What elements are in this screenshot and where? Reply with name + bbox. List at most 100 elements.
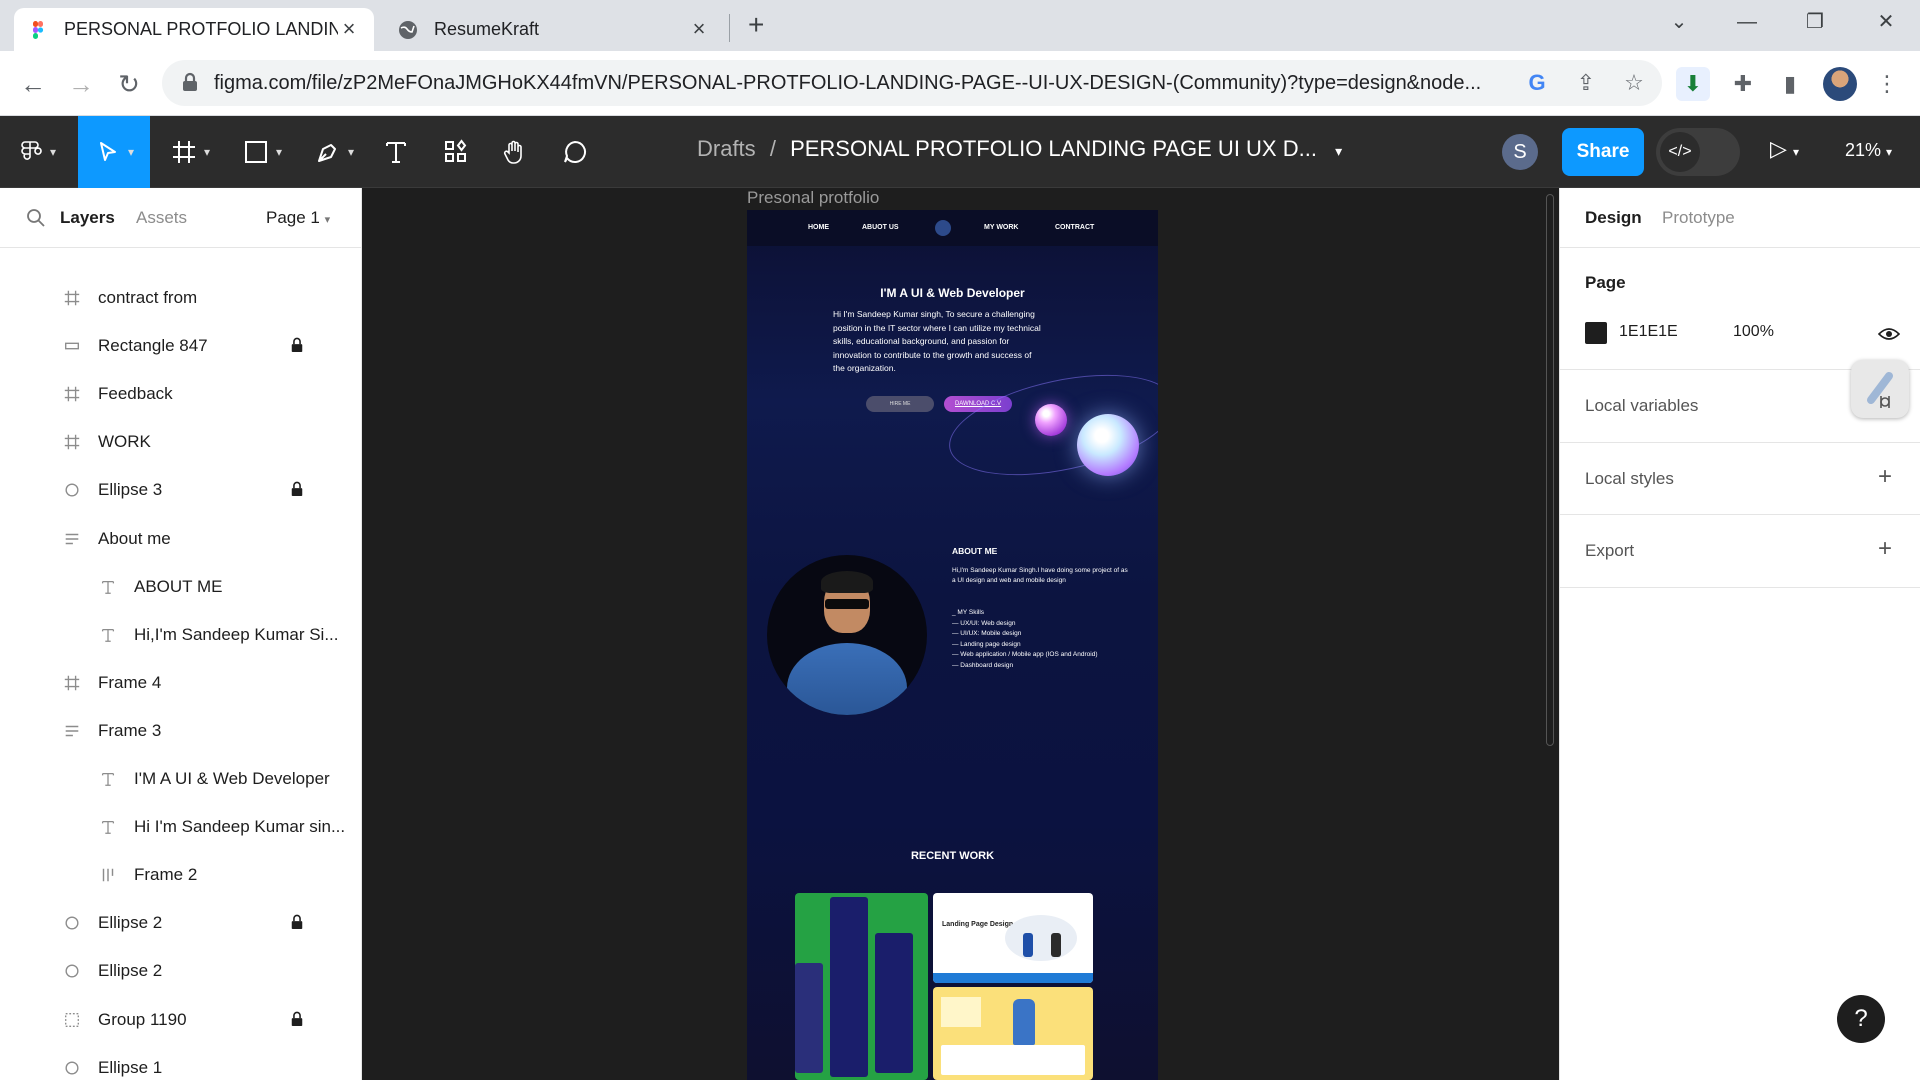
hire-me-button[interactable]: HIRE ME xyxy=(866,396,934,412)
chevron-down-icon: ▾ xyxy=(49,145,57,159)
shop-figure xyxy=(1013,999,1035,1045)
layer-row[interactable]: Ellipse 2 xyxy=(0,899,361,947)
add-export-icon[interactable]: + xyxy=(1878,537,1892,561)
work-thumbnail-landing[interactable]: Landing Page Design xyxy=(933,893,1093,983)
close-window-icon[interactable]: ✕ xyxy=(1866,8,1906,36)
portfolio-frame[interactable]: HOME ABUOT US MY WORK CONTRACT I'M A UI … xyxy=(747,210,1158,1080)
layer-row[interactable]: Hi,I'm Sandeep Kumar Si... xyxy=(0,611,361,659)
eye-icon[interactable] xyxy=(1878,326,1900,342)
page-color-hex[interactable]: 1E1E1E xyxy=(1619,323,1678,341)
extensions-puzzle-icon[interactable]: ✚ xyxy=(1726,67,1760,101)
tab-figma-file[interactable]: PERSONAL PROTFOLIO LANDING × xyxy=(14,8,374,51)
layer-row[interactable]: Group 1190 xyxy=(0,996,361,1044)
local-styles-section: Local styles + xyxy=(1560,443,1920,515)
chevron-down-icon: ▾ xyxy=(127,145,135,159)
nav-contract[interactable]: CONTRACT xyxy=(1055,224,1094,231)
figma-menu-icon xyxy=(21,141,42,160)
side-panel-icon[interactable]: ▮ xyxy=(1773,67,1807,101)
illustration-figure xyxy=(1051,933,1061,957)
address-bar[interactable]: figma.com/file/zP2MeFOnaJMGHoKX44fmVN/PE… xyxy=(162,60,1662,106)
bookmark-star-icon[interactable]: ☆ xyxy=(1621,70,1647,96)
tab-prototype[interactable]: Prototype xyxy=(1662,208,1735,228)
move-tool-button[interactable]: ▾ xyxy=(78,116,150,188)
layer-row[interactable]: WORK xyxy=(0,418,361,466)
resources-button[interactable] xyxy=(436,116,476,188)
layer-row[interactable]: Ellipse 2 xyxy=(0,947,361,995)
tab-assets[interactable]: Assets xyxy=(136,208,187,228)
forward-icon[interactable]: → xyxy=(64,67,98,101)
layer-row[interactable]: Frame 3 xyxy=(0,707,361,755)
photo-body xyxy=(787,643,907,715)
autolayout-vertical-icon xyxy=(62,529,82,549)
share-button[interactable]: Share xyxy=(1562,128,1644,176)
layer-row[interactable]: I'M A UI & Web Developer xyxy=(0,755,361,803)
close-tab-icon[interactable]: × xyxy=(338,17,360,41)
work-thumbnail-shop[interactable] xyxy=(933,987,1093,1080)
chevron-down-icon[interactable]: ▾ xyxy=(1335,143,1342,159)
layer-row[interactable]: Feedback xyxy=(0,370,361,418)
page-color-swatch[interactable] xyxy=(1585,322,1607,344)
minimize-icon[interactable]: — xyxy=(1727,8,1767,36)
profile-avatar[interactable] xyxy=(1823,67,1857,101)
plugin-widget-button[interactable] xyxy=(1851,360,1909,418)
layer-row[interactable]: About me xyxy=(0,515,361,563)
layer-row[interactable]: Ellipse 1 xyxy=(0,1044,361,1080)
page-selector[interactable]: Page 1 ▾ xyxy=(266,208,330,228)
dev-mode-toggle[interactable]: </> xyxy=(1656,128,1740,176)
help-button[interactable]: ? xyxy=(1837,995,1885,1043)
new-tab-icon[interactable]: + xyxy=(748,11,764,39)
tab-search-chevron-icon[interactable]: ⌄ xyxy=(1659,8,1699,36)
lock-icon[interactable] xyxy=(290,913,306,933)
file-title[interactable]: PERSONAL PROTFOLIO LANDING PAGE UI UX D.… xyxy=(790,136,1317,161)
share-page-icon[interactable]: ⇪ xyxy=(1573,70,1599,96)
lock-icon[interactable] xyxy=(290,336,306,356)
work-thumbnail-mobile[interactable] xyxy=(795,893,928,1080)
text-tool-button[interactable] xyxy=(376,116,416,188)
page-opacity[interactable]: 100% xyxy=(1733,323,1774,341)
chevron-down-icon: ▾ xyxy=(203,145,211,159)
present-button[interactable]: ▷ ▾ xyxy=(1770,136,1799,162)
layer-name: Rectangle 847 xyxy=(98,336,208,356)
breadcrumb-separator: / xyxy=(769,136,776,161)
landing-thumb-title: Landing Page Design xyxy=(942,921,1014,928)
reload-icon[interactable]: ↻ xyxy=(112,67,146,101)
download-extension-icon[interactable]: ⬇ xyxy=(1676,67,1710,101)
zoom-menu[interactable]: 21% ▾ xyxy=(1845,140,1892,161)
comment-tool-button[interactable] xyxy=(555,116,595,188)
layer-row[interactable]: Frame 4 xyxy=(0,659,361,707)
tab-resumekraft[interactable]: ResumeKraft × xyxy=(384,8,724,51)
layer-row[interactable]: Frame 2 xyxy=(0,851,361,899)
user-avatar[interactable]: S xyxy=(1502,134,1538,170)
shape-tool-button[interactable]: ▾ xyxy=(232,116,292,188)
add-style-icon[interactable]: + xyxy=(1878,465,1892,489)
tab-design[interactable]: Design xyxy=(1585,208,1642,228)
layer-row[interactable]: contract from xyxy=(0,274,361,322)
canvas-scrollbar[interactable] xyxy=(1546,194,1554,746)
skill-item: — Landing page design xyxy=(952,640,1021,648)
frame-label[interactable]: Presonal protfolio xyxy=(747,188,879,208)
layer-name: Ellipse 1 xyxy=(98,1057,163,1077)
breadcrumb-drafts[interactable]: Drafts xyxy=(697,136,756,161)
lock-icon[interactable] xyxy=(290,480,306,500)
restore-icon[interactable]: ❐ xyxy=(1795,8,1835,36)
main-menu-button[interactable]: ▾ xyxy=(0,116,72,188)
browser-menu-icon[interactable]: ⋮ xyxy=(1870,67,1904,101)
pen-tool-button[interactable]: ▾ xyxy=(304,116,364,188)
close-tab-icon[interactable]: × xyxy=(688,17,710,41)
nav-about[interactable]: ABUOT US xyxy=(862,224,899,231)
layer-row[interactable]: Ellipse 3 xyxy=(0,466,361,514)
nav-home[interactable]: HOME xyxy=(808,224,829,231)
back-icon[interactable]: ← xyxy=(16,67,50,101)
google-icon[interactable]: G xyxy=(1524,70,1550,96)
hand-tool-button[interactable] xyxy=(495,116,535,188)
tab-layers[interactable]: Layers xyxy=(60,208,115,228)
layer-row[interactable]: ABOUT ME xyxy=(0,563,361,611)
layer-row[interactable]: Rectangle 847 xyxy=(0,322,361,370)
nav-my-work[interactable]: MY WORK xyxy=(984,224,1018,231)
canvas[interactable]: Presonal protfolio HOME ABUOT US MY WORK… xyxy=(362,188,1559,1080)
search-icon[interactable] xyxy=(26,208,46,228)
lock-icon[interactable] xyxy=(290,1010,306,1030)
local-variables-label[interactable]: Local variables xyxy=(1585,396,1698,416)
layer-row[interactable]: Hi I'm Sandeep Kumar sin... xyxy=(0,803,361,851)
frame-tool-button[interactable]: ▾ xyxy=(160,116,220,188)
